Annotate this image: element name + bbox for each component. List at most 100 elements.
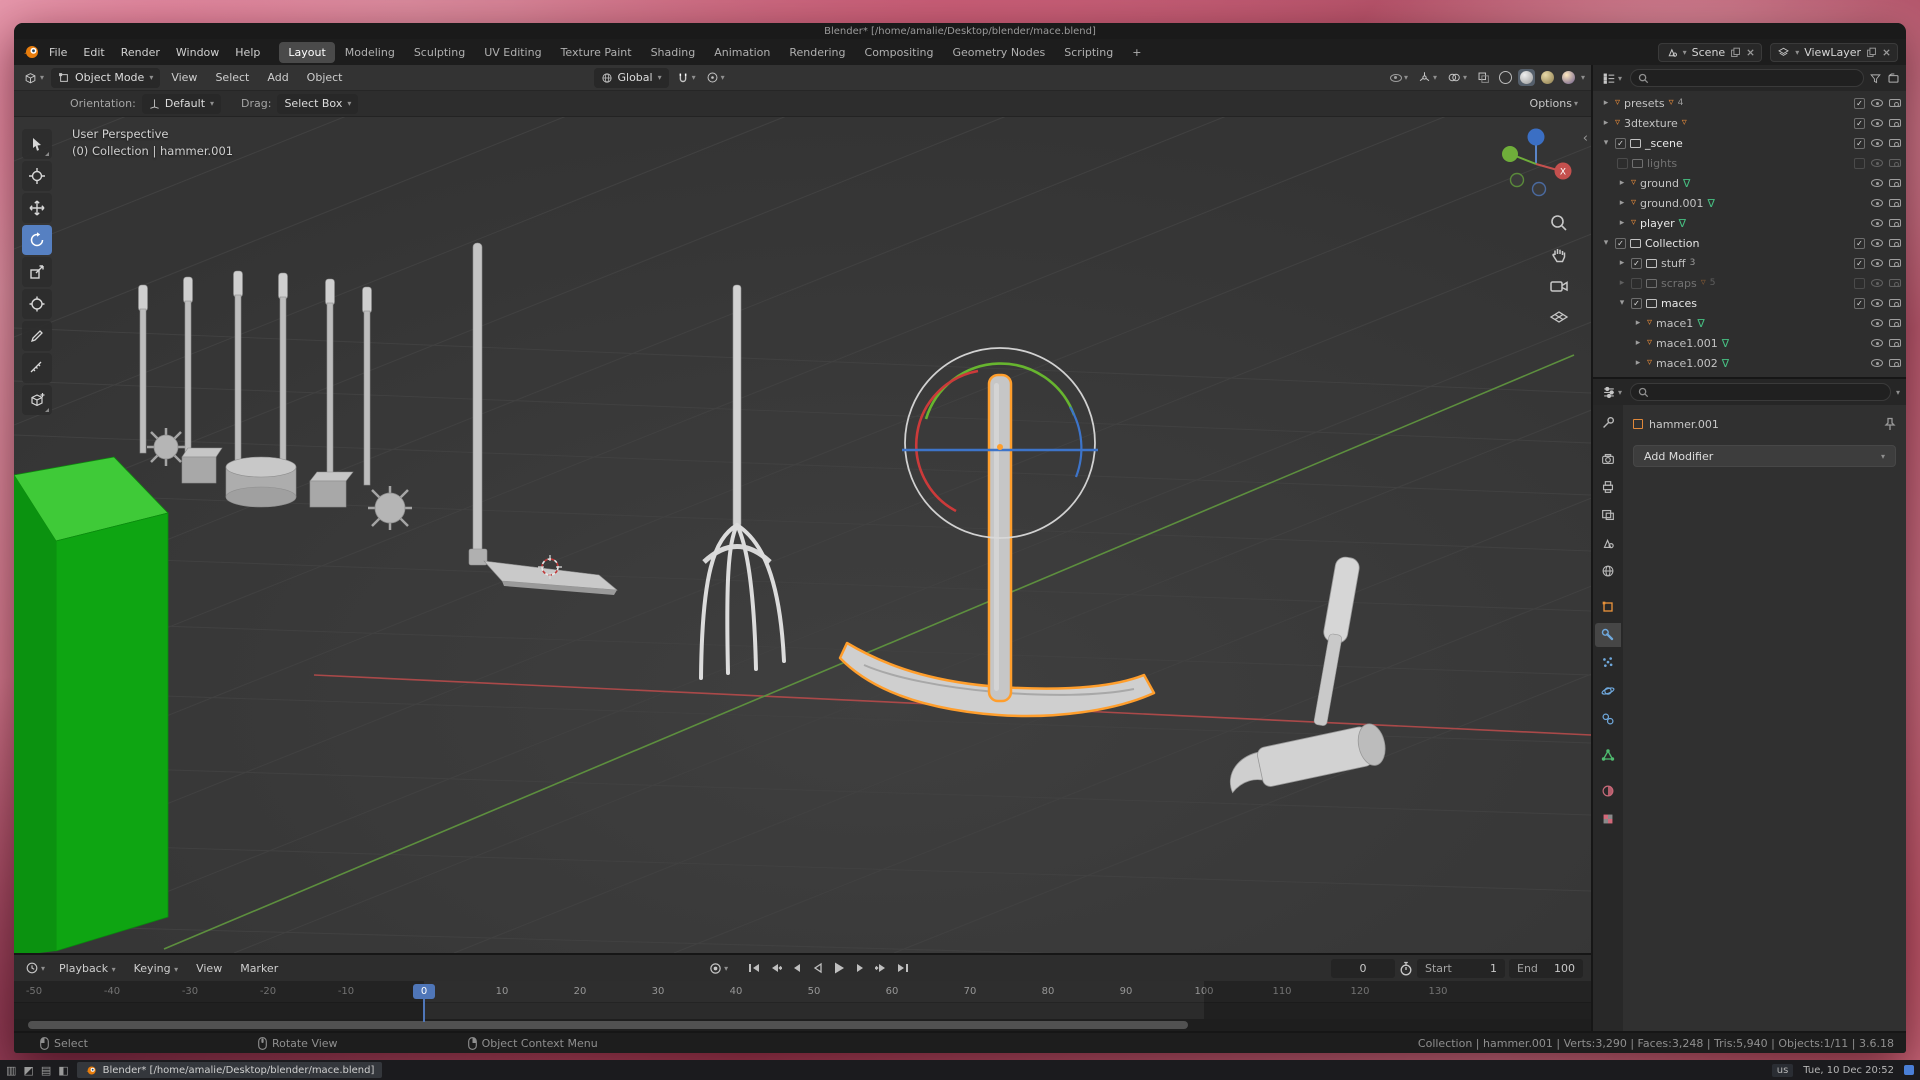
outliner-row[interactable]: ▸ ▿ 3dtexture ▿ ✓ <box>1593 113 1906 133</box>
add-cube-tool[interactable] <box>22 385 52 415</box>
expand-icon[interactable]: ▸ <box>1601 98 1611 108</box>
timeline-body[interactable]: -50 -40 -30 -20 -10 0 10 20 30 40 50 60 … <box>14 981 1591 1031</box>
hide-eye-icon[interactable] <box>1871 339 1883 347</box>
tab-modeling[interactable]: Modeling <box>336 42 404 63</box>
window-titlebar[interactable]: Blender* [/home/amalie/Desktop/blender/m… <box>14 23 1906 39</box>
tab-animation[interactable]: Animation <box>705 42 779 63</box>
properties-editor-selector[interactable]: ▾ <box>1599 382 1625 402</box>
launcher-icon[interactable]: ◩ <box>23 1064 33 1077</box>
gizmos-dropdown[interactable]: ▾ <box>1415 68 1440 88</box>
proportional-editing-toggle[interactable]: ▾ <box>703 68 728 88</box>
tab-output[interactable] <box>1595 475 1621 499</box>
menu-marker[interactable]: Marker <box>233 959 285 978</box>
taskbar-window-button[interactable]: Blender* [/home/amalie/Desktop/blender/m… <box>77 1062 383 1078</box>
overlays-dropdown[interactable]: ▾ <box>1444 68 1470 88</box>
xray-toggle[interactable] <box>1474 68 1493 88</box>
collection-checkbox[interactable] <box>1617 158 1628 169</box>
outliner-search-input[interactable] <box>1630 69 1864 87</box>
render-camera-icon[interactable] <box>1889 119 1901 127</box>
outliner-row[interactable]: ▸ ▿ player ∇ <box>1593 213 1906 233</box>
collapse-icon[interactable]: ▾ <box>1601 238 1611 248</box>
filter-funnel-icon[interactable] <box>1869 72 1882 85</box>
next-keyframe-button[interactable] <box>875 962 889 974</box>
playhead[interactable]: 0 <box>413 984 435 999</box>
render-camera-icon[interactable] <box>1889 159 1901 167</box>
collection-checkbox[interactable]: ✓ <box>1631 298 1642 309</box>
menu-keying[interactable]: Keying ▾ <box>127 959 185 978</box>
tab-object-data[interactable] <box>1595 743 1621 767</box>
tab-rendering[interactable]: Rendering <box>780 42 854 63</box>
tab-scripting[interactable]: Scripting <box>1055 42 1122 63</box>
cursor-tool[interactable] <box>22 161 52 191</box>
render-camera-icon[interactable] <box>1889 179 1901 187</box>
expand-icon[interactable]: ▸ <box>1617 258 1627 268</box>
tab-tool[interactable] <box>1595 411 1621 435</box>
render-camera-icon[interactable] <box>1889 199 1901 207</box>
collapse-icon[interactable]: ▾ <box>1601 138 1611 148</box>
jump-to-end-button[interactable] <box>896 962 910 974</box>
exclude-checkbox[interactable]: ✓ <box>1854 98 1865 109</box>
tab-modifiers[interactable] <box>1595 623 1621 647</box>
exclude-checkbox[interactable]: ✓ <box>1854 298 1865 309</box>
viewlayer-selector[interactable]: ▾ ViewLayer <box>1770 43 1898 62</box>
close-icon[interactable] <box>1746 48 1755 57</box>
editor-type-selector[interactable]: ▾ <box>20 68 47 88</box>
hide-eye-icon[interactable] <box>1871 259 1883 267</box>
hide-eye-icon[interactable] <box>1871 239 1883 247</box>
play-button[interactable] <box>831 961 847 975</box>
outliner-row[interactable]: ▸ ▿ mace1 ∇ <box>1593 313 1906 333</box>
render-camera-icon[interactable] <box>1889 279 1901 287</box>
scale-tool[interactable] <box>22 257 52 287</box>
jump-to-start-button[interactable] <box>747 962 761 974</box>
pin-icon[interactable] <box>1884 417 1896 431</box>
tab-shading[interactable]: Shading <box>642 42 705 63</box>
keyboard-layout-indicator[interactable]: us <box>1772 1064 1794 1077</box>
tab-uv-editing[interactable]: UV Editing <box>475 42 550 63</box>
shading-material-button[interactable] <box>1539 69 1556 86</box>
collapse-icon[interactable]: ▾ <box>1617 298 1627 308</box>
taskbar-clock[interactable]: Tue, 10 Dec 20:52 <box>1803 1065 1894 1076</box>
measure-tool[interactable] <box>22 353 52 383</box>
outliner-row[interactable]: ▸ ✓ stuff 3 ✓ <box>1593 253 1906 273</box>
render-camera-icon[interactable] <box>1889 219 1901 227</box>
collection-checkbox[interactable]: ✓ <box>1615 138 1626 149</box>
menu-object[interactable]: Object <box>300 68 350 87</box>
render-camera-icon[interactable] <box>1889 299 1901 307</box>
tab-scene[interactable] <box>1595 531 1621 555</box>
collection-checkbox[interactable] <box>1631 278 1642 289</box>
ortho-grid-icon[interactable] <box>1549 307 1569 327</box>
snapping-toggle[interactable]: ▾ <box>673 68 699 88</box>
launcher-icon[interactable]: ◧ <box>58 1064 68 1077</box>
menu-file[interactable]: File <box>42 43 74 62</box>
close-icon[interactable] <box>1882 48 1891 57</box>
properties-search-input[interactable] <box>1630 383 1891 401</box>
outliner-row[interactable]: lights <box>1593 153 1906 173</box>
scene-selector[interactable]: ▾ Scene <box>1658 43 1763 62</box>
menu-add[interactable]: Add <box>260 68 295 87</box>
hide-eye-icon[interactable] <box>1871 199 1883 207</box>
hide-eye-icon[interactable] <box>1871 119 1883 127</box>
scrollbar-thumb[interactable] <box>28 1021 1188 1029</box>
outliner-row[interactable]: ▸ ▿ ground ∇ <box>1593 173 1906 193</box>
menu-playback[interactable]: Playback ▾ <box>52 959 123 978</box>
outliner-row[interactable]: ▸ scraps ▿ 5 <box>1593 273 1906 293</box>
transform-orientation-selector[interactable]: Global ▾ <box>594 68 669 88</box>
menu-view-timeline[interactable]: View <box>189 959 229 978</box>
pan-hand-icon[interactable] <box>1549 245 1569 265</box>
collection-checkbox[interactable]: ✓ <box>1631 258 1642 269</box>
new-scene-icon[interactable] <box>1730 47 1741 58</box>
end-frame-field[interactable]: End 100 <box>1509 959 1583 978</box>
viewport-3d[interactable]: User Perspective (0) Collection | hammer… <box>14 117 1591 953</box>
shading-solid-button[interactable] <box>1518 69 1535 86</box>
hide-eye-icon[interactable] <box>1871 219 1883 227</box>
render-camera-icon[interactable] <box>1889 239 1901 247</box>
timeline-scrollbar[interactable] <box>14 1019 1591 1031</box>
prev-frame-button[interactable] <box>789 962 803 974</box>
expand-icon[interactable]: ▸ <box>1633 338 1643 348</box>
exclude-checkbox[interactable]: ✓ <box>1854 138 1865 149</box>
next-frame-button[interactable] <box>854 962 868 974</box>
render-camera-icon[interactable] <box>1889 319 1901 327</box>
annotate-tool[interactable] <box>22 321 52 351</box>
outliner-editor-selector[interactable]: ▾ <box>1599 68 1625 88</box>
menu-view[interactable]: View <box>164 68 204 87</box>
